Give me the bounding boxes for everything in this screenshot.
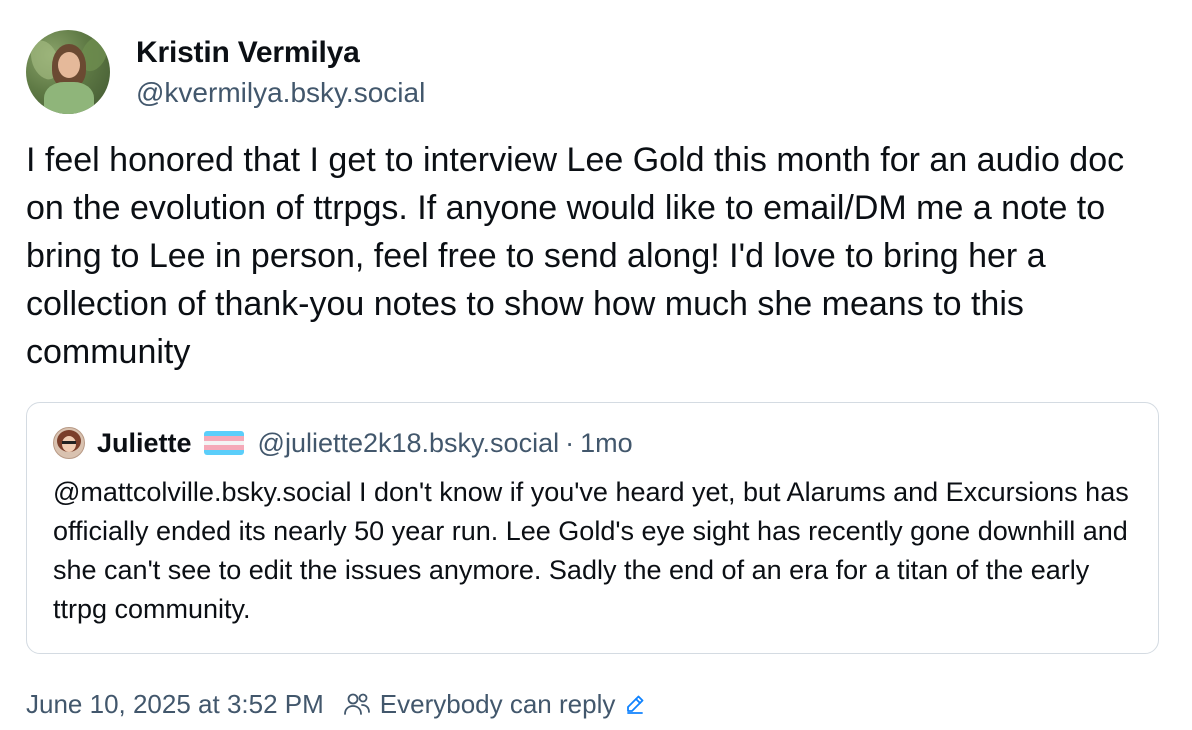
quoted-author-avatar[interactable]	[53, 427, 85, 459]
quoted-author-name[interactable]: Juliette	[97, 428, 192, 459]
author-avatar[interactable]	[26, 30, 110, 114]
quoted-post-time[interactable]: 1mo	[580, 428, 633, 459]
author-handle[interactable]: @kvermilya.bsky.social	[136, 76, 425, 110]
quoted-post-text: @mattcolville.bsky.social I don't know i…	[53, 477, 1129, 624]
post-header: Kristin Vermilya @kvermilya.bsky.social	[26, 30, 425, 114]
separator-dot: ·	[565, 427, 575, 458]
author-display-name[interactable]: Kristin Vermilya	[136, 36, 425, 70]
quoted-post[interactable]: Juliette @juliette2k18.bsky.social · 1mo…	[26, 402, 1159, 654]
post-timestamp[interactable]: June 10, 2025 at 3:52 PM	[26, 689, 324, 720]
quoted-author-handle[interactable]: @juliette2k18.bsky.social	[258, 428, 560, 459]
people-icon	[342, 689, 372, 719]
quoted-post-header: Juliette @juliette2k18.bsky.social · 1mo	[53, 427, 1132, 459]
reply-setting-label[interactable]: Everybody can reply	[380, 689, 616, 720]
post: Kristin Vermilya @kvermilya.bsky.social …	[0, 0, 1192, 730]
post-text: I feel honored that I get to interview L…	[26, 141, 1125, 371]
post-footer: June 10, 2025 at 3:52 PM Everybody can r…	[26, 686, 647, 722]
author-names: Kristin Vermilya @kvermilya.bsky.social	[136, 36, 425, 110]
transgender-flag-icon	[203, 431, 244, 455]
pencil-icon[interactable]	[623, 692, 647, 716]
